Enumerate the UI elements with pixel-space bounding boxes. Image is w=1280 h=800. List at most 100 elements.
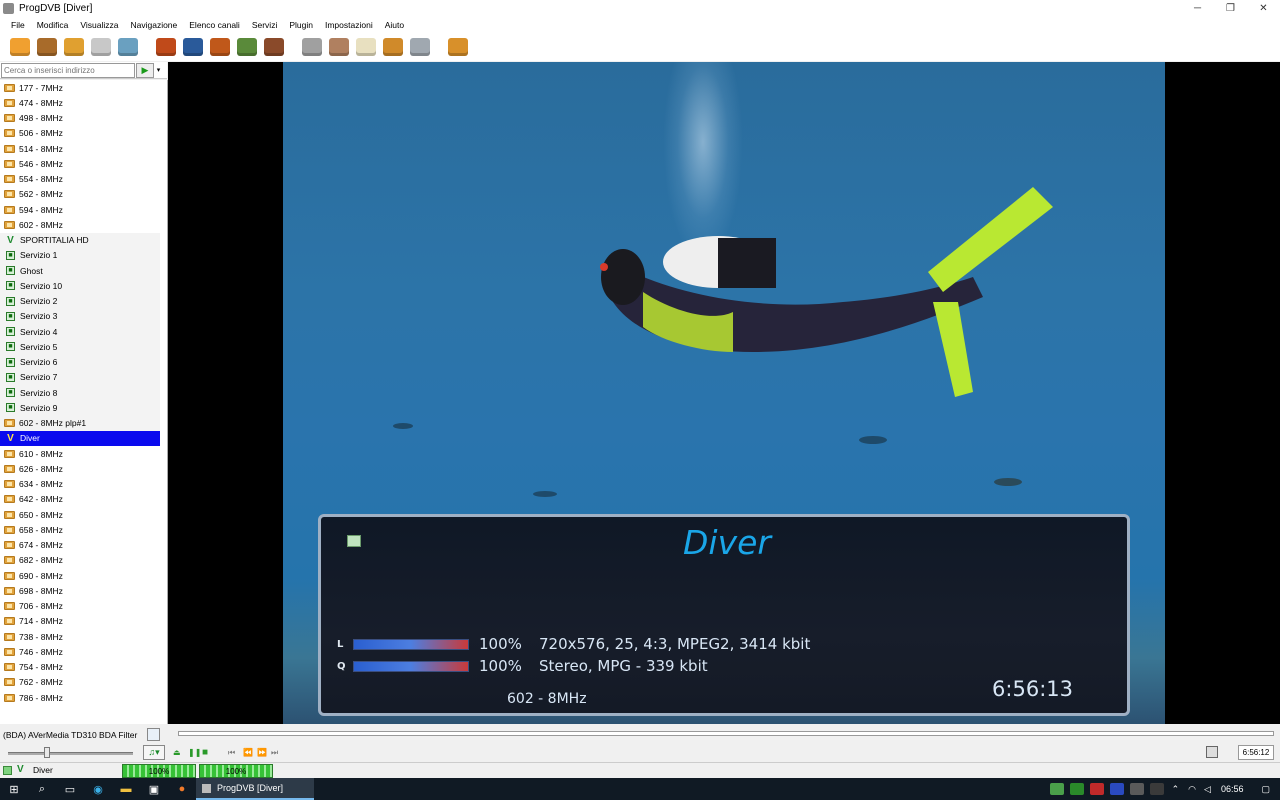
transponder-item[interactable]: 698 - 8MHz [0, 583, 167, 598]
menu-navigazione[interactable]: Navigazione [124, 20, 183, 30]
channel-item[interactable]: ■ Servizio 7 [0, 369, 160, 385]
audio-track-button[interactable]: ♫▾ [143, 745, 165, 760]
search-dropdown-button[interactable]: ▾ [154, 66, 163, 74]
rewind-icon[interactable]: ⏪ [243, 746, 253, 759]
chevron-up-icon[interactable]: ⌃ [1172, 784, 1180, 795]
next-icon[interactable]: ⏭ [271, 746, 278, 759]
panel-icon[interactable] [408, 35, 432, 59]
back-arrow-icon[interactable] [62, 35, 86, 59]
tray-app-icon[interactable] [1069, 783, 1084, 795]
tray-app-icon[interactable] [1089, 783, 1104, 795]
taskbar-progdvb-button[interactable]: ProgDVB [Diver] [196, 778, 314, 800]
transponder-item[interactable]: 602 - 8MHz plp#1 [0, 415, 160, 431]
menu-file[interactable]: File [5, 20, 31, 30]
menu-aiuto[interactable]: Aiuto [379, 20, 410, 30]
transponder-item[interactable]: 658 - 8MHz [0, 522, 167, 537]
transponder-item[interactable]: 506 - 8MHz [0, 126, 167, 141]
transponder-item[interactable]: 682 - 8MHz [0, 553, 167, 568]
menu-servizi[interactable]: Servizi [246, 20, 284, 30]
menu-modifica[interactable]: Modifica [31, 20, 75, 30]
transponder-item[interactable]: 754 - 8MHz [0, 660, 167, 675]
volume-icon[interactable]: ◁ [1204, 784, 1211, 795]
eject-icon[interactable]: ⏏ [173, 746, 181, 759]
transponder-item[interactable]: 746 - 8MHz [0, 644, 167, 659]
volume-slider-thumb[interactable] [44, 747, 50, 758]
channel-item[interactable]: ■ Servizio 2 [0, 293, 160, 309]
transponder-item[interactable]: 642 - 8MHz [0, 492, 167, 507]
open-folder-icon[interactable] [8, 35, 32, 59]
transponder-item[interactable]: 554 - 8MHz [0, 172, 167, 187]
transponder-item[interactable]: 610 - 8MHz [0, 446, 167, 461]
notes-icon[interactable] [354, 35, 378, 59]
monitor-red-icon[interactable] [154, 35, 178, 59]
search-input[interactable] [1, 62, 135, 78]
close-button[interactable]: ✕ [1247, 0, 1280, 17]
notifications-icon[interactable]: ▢ [1261, 784, 1270, 795]
transponder-item[interactable]: 634 - 8MHz [0, 477, 167, 492]
monitor-blue-icon[interactable] [181, 35, 205, 59]
restore-button[interactable]: ❐ [1214, 0, 1247, 17]
windows-start-icon[interactable]: ⊞ [0, 778, 28, 800]
grid-mosaic-icon[interactable] [262, 35, 286, 59]
task-view-icon[interactable]: ▭ [56, 778, 84, 800]
search-icon[interactable]: ⌕ [28, 778, 56, 800]
search-go-button[interactable]: ▶ [136, 62, 154, 78]
device-settings-button[interactable] [147, 728, 160, 741]
menu-plugin[interactable]: Plugin [283, 20, 319, 30]
monitor-landscape-icon[interactable] [235, 35, 259, 59]
tray-app-icon[interactable] [1109, 783, 1124, 795]
channel-item[interactable]: ■ Servizio 4 [0, 324, 160, 340]
transponder-item[interactable]: 594 - 8MHz [0, 202, 167, 217]
transponder-item[interactable]: 738 - 8MHz [0, 629, 167, 644]
settings-gear-icon[interactable] [446, 35, 470, 59]
clock-icon[interactable] [381, 35, 405, 59]
transponder-item[interactable]: 562 - 8MHz [0, 187, 167, 202]
taskbar-clock[interactable]: 06:56 [1221, 784, 1244, 794]
store-icon[interactable]: ▣ [140, 778, 168, 800]
firefox-icon[interactable]: ● [168, 778, 196, 800]
transponder-item[interactable]: 546 - 8MHz [0, 156, 167, 171]
channel-item[interactable]: ■ Servizio 10 [0, 278, 160, 294]
transponder-item[interactable]: 714 - 8MHz [0, 614, 167, 629]
transponder-item[interactable]: 626 - 8MHz [0, 461, 167, 476]
channel-item[interactable]: ■ Servizio 5 [0, 339, 160, 355]
transponder-item[interactable]: 690 - 8MHz [0, 568, 167, 583]
volume-slider[interactable] [8, 752, 133, 755]
transponder-item[interactable]: 674 - 8MHz [0, 538, 167, 553]
channel-item[interactable]: ■ Servizio 8 [0, 385, 160, 401]
search-magnifier-icon[interactable] [116, 35, 140, 59]
channel-item[interactable]: ■ Ghost [0, 263, 160, 279]
channel-item[interactable]: V SPORTITALIA HD [0, 232, 160, 248]
transponder-item[interactable]: 786 - 8MHz [0, 690, 167, 705]
channel-item[interactable]: V Diver [0, 430, 160, 446]
transponder-item[interactable]: 706 - 8MHz [0, 599, 167, 614]
disc-record-icon[interactable] [327, 35, 351, 59]
edge-icon[interactable]: ◉ [84, 778, 112, 800]
seek-bar[interactable] [178, 731, 1274, 736]
video-area[interactable]: Diver L 100% 720x576, 25, 4:3, MPEG2, 34… [168, 62, 1280, 724]
tray-app-icon[interactable] [1149, 783, 1164, 795]
menu-visualizza[interactable]: Visualizza [74, 20, 124, 30]
3d-icon[interactable] [208, 35, 232, 59]
menu-impostazioni[interactable]: Impostazioni [319, 20, 379, 30]
channel-item[interactable]: ■ Servizio 6 [0, 354, 160, 370]
transponder-item[interactable]: 498 - 8MHz [0, 111, 167, 126]
tray-app-icon[interactable] [1129, 783, 1144, 795]
minimize-button[interactable]: ─ [1181, 0, 1214, 17]
channel-item[interactable]: ■ Servizio 1 [0, 247, 160, 263]
transponder-item[interactable]: 474 - 8MHz [0, 95, 167, 110]
transponder-item[interactable]: 762 - 8MHz [0, 675, 167, 690]
wifi-icon[interactable]: ◠ [1188, 784, 1196, 795]
transponder-item[interactable]: 602 - 8MHz [0, 217, 167, 232]
transponder-item[interactable]: 650 - 8MHz [0, 507, 167, 522]
fast-forward-icon[interactable]: ⏩ [257, 746, 267, 759]
channel-item[interactable]: ■ Servizio 3 [0, 308, 160, 324]
previous-icon[interactable]: ⏮ [228, 746, 235, 759]
view-mode-icon[interactable] [1206, 746, 1218, 758]
transponder-item[interactable]: 514 - 8MHz [0, 141, 167, 156]
pause-icon[interactable]: ❚❚ [188, 746, 201, 759]
transponder-item[interactable]: 177 - 7MHz [0, 80, 167, 95]
subs-icon[interactable] [300, 35, 324, 59]
tray-app-icon[interactable] [1049, 783, 1064, 795]
film-icon[interactable] [35, 35, 59, 59]
